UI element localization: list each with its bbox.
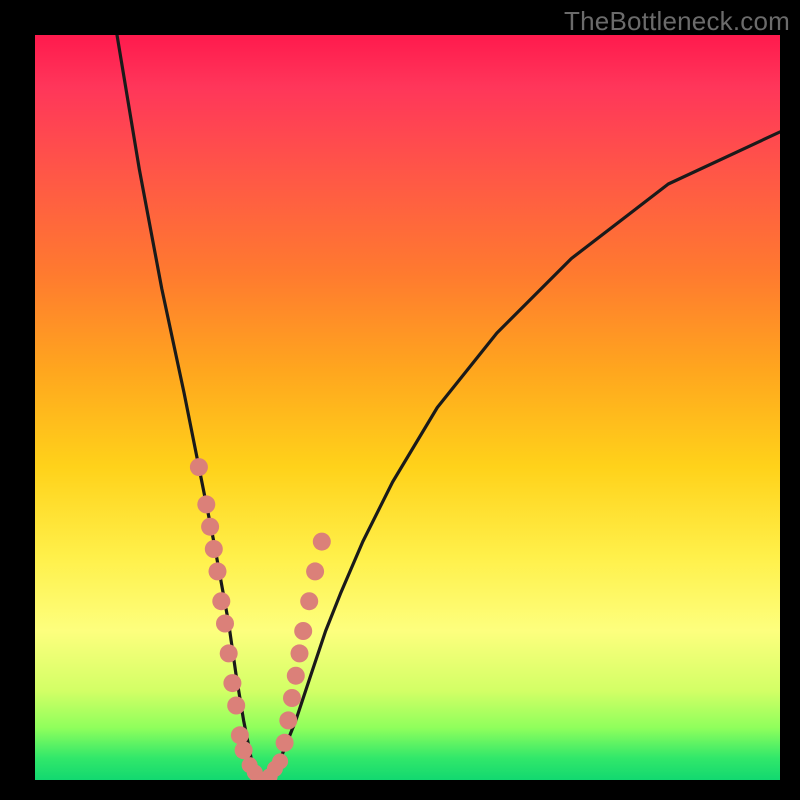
data-dot bbox=[223, 674, 241, 692]
plot-area bbox=[35, 35, 780, 780]
data-dot bbox=[227, 697, 245, 715]
data-dot bbox=[294, 622, 312, 640]
data-dot bbox=[212, 592, 230, 610]
data-dot bbox=[291, 644, 309, 662]
dots-group bbox=[190, 458, 331, 780]
data-dot bbox=[279, 711, 297, 729]
data-dot bbox=[205, 540, 223, 558]
data-dot bbox=[313, 533, 331, 551]
data-dot bbox=[197, 495, 215, 513]
data-dot bbox=[283, 689, 301, 707]
data-dot bbox=[300, 592, 318, 610]
data-dot bbox=[276, 734, 294, 752]
bottleneck-curve-path bbox=[117, 35, 780, 780]
watermark-text: TheBottleneck.com bbox=[564, 6, 790, 37]
data-dot bbox=[220, 644, 238, 662]
data-dot bbox=[201, 518, 219, 536]
data-dot bbox=[190, 458, 208, 476]
data-dot bbox=[209, 562, 227, 580]
data-dot bbox=[235, 741, 253, 759]
bottleneck-curve-svg bbox=[35, 35, 780, 780]
data-dot bbox=[272, 753, 288, 769]
data-dot bbox=[216, 615, 234, 633]
chart-frame: TheBottleneck.com bbox=[0, 0, 800, 800]
data-dot bbox=[306, 562, 324, 580]
data-dot bbox=[287, 667, 305, 685]
